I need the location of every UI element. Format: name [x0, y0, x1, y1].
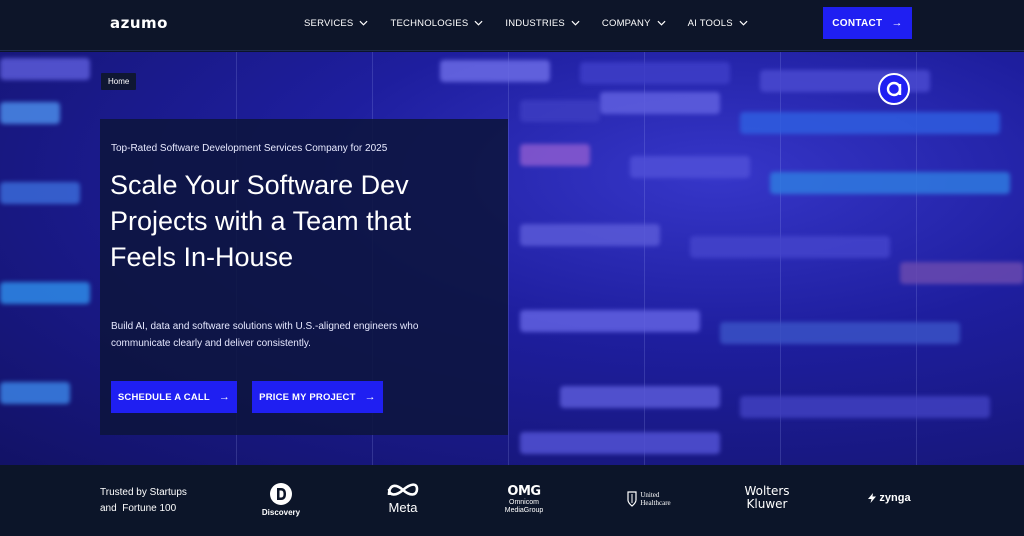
code-blur — [740, 396, 990, 418]
headline-line: Feels In-House — [110, 242, 294, 272]
code-blur — [690, 236, 890, 258]
code-blur — [0, 182, 80, 204]
hero-card: Top-Rated Software Development Services … — [100, 119, 508, 435]
code-blur — [580, 62, 730, 84]
letter-a-icon — [886, 81, 902, 97]
code-blur — [0, 58, 90, 80]
headline-line: Scale Your Software Dev — [110, 170, 409, 200]
price-project-button[interactable]: PRICE MY PROJECT → — [252, 381, 383, 413]
nav-item-technologies[interactable]: TECHNOLOGIES — [390, 18, 483, 29]
zynga-wordmark: zynga — [879, 492, 911, 504]
trust-text-line: and Fortune 100 — [100, 503, 177, 514]
nav-item-label: AI TOOLS — [687, 17, 733, 29]
code-blur — [630, 156, 750, 178]
nav-item-services[interactable]: SERVICES — [304, 18, 368, 29]
united-healthcare-logo: United Healthcare — [619, 491, 679, 507]
omnicom-wordmark: MediaGroup — [504, 507, 544, 514]
chevron-down-icon — [739, 20, 748, 26]
schedule-call-button[interactable]: SCHEDULE A CALL → — [111, 381, 237, 413]
code-blur — [0, 282, 90, 304]
code-blur — [520, 100, 600, 122]
uhc-wordmark-line: Healthcare — [640, 499, 671, 507]
omnicom-logo: OMG Omnicom MediaGroup — [500, 484, 548, 515]
code-blur — [740, 112, 1000, 134]
code-blur — [520, 224, 660, 246]
code-blur — [600, 92, 720, 114]
hero-headline: Scale Your Software Dev Projects with a … — [110, 167, 450, 275]
uhc-wordmark: United Healthcare — [637, 491, 670, 507]
code-blur — [770, 172, 1010, 194]
code-blur — [440, 60, 550, 82]
wk-wordmark-line: Kluwer — [746, 497, 788, 511]
nav-item-ai-tools[interactable]: AI TOOLS — [688, 18, 748, 29]
meta-logo: Meta — [380, 481, 426, 515]
code-blur — [0, 382, 70, 404]
discovery-globe-icon — [270, 483, 292, 505]
main-nav: SERVICES TECHNOLOGIES INDUSTRIES COMPANY… — [304, 0, 770, 46]
chevron-down-icon — [657, 20, 666, 26]
omnicom-mark: OMG — [507, 484, 541, 499]
uhc-shield-icon — [627, 491, 637, 507]
code-blur — [0, 102, 60, 124]
arrow-right-icon: → — [218, 391, 231, 403]
code-blur — [520, 144, 590, 166]
schedule-call-label: SCHEDULE A CALL — [117, 391, 210, 403]
nav-item-label: TECHNOLOGIES — [390, 17, 469, 29]
discovery-wordmark: Discovery — [261, 508, 301, 517]
wolters-kluwer-logo: Wolters Kluwer — [740, 485, 794, 511]
nav-item-industries[interactable]: INDUSTRIES — [505, 18, 580, 29]
code-blur — [520, 310, 700, 332]
meta-infinity-icon — [387, 483, 419, 496]
zynga-logo: zynga — [862, 492, 916, 504]
trust-bar: Trusted by Startups and Fortune 100 Disc… — [0, 465, 1024, 536]
chevron-down-icon — [474, 20, 483, 26]
code-blur — [560, 386, 720, 408]
headline-line: Projects with a Team that — [110, 206, 412, 236]
trust-text-line: Trusted by Startups — [100, 487, 187, 498]
trust-text: Trusted by Startups and Fortune 100 — [100, 485, 210, 517]
arrow-right-icon: → — [891, 17, 903, 29]
grid-line — [508, 52, 509, 465]
azumo-badge-icon[interactable] — [878, 73, 910, 105]
hero-eyebrow: Top-Rated Software Development Services … — [111, 143, 388, 154]
price-project-label: PRICE MY PROJECT — [259, 391, 356, 403]
breadcrumb-home[interactable]: Home — [101, 73, 137, 90]
contact-button[interactable]: CONTACT → — [823, 7, 912, 39]
nav-item-company[interactable]: COMPANY — [602, 18, 666, 29]
nav-item-label: INDUSTRIES — [505, 17, 565, 29]
chevron-down-icon — [571, 20, 580, 26]
meta-wordmark: Meta — [388, 500, 418, 515]
chevron-down-icon — [359, 20, 368, 26]
code-blur — [720, 322, 960, 344]
top-navbar: azumo SERVICES TECHNOLOGIES INDUSTRIES C… — [0, 0, 1024, 51]
zynga-bolt-icon — [868, 493, 877, 503]
hero-subcopy: Build AI, data and software solutions wi… — [111, 321, 419, 349]
nav-item-label: SERVICES — [304, 17, 354, 29]
code-blur — [520, 432, 720, 454]
nav-item-label: COMPANY — [601, 17, 651, 29]
uhc-wordmark-line: United — [640, 491, 660, 499]
contact-button-label: CONTACT — [832, 17, 883, 29]
arrow-right-icon: → — [364, 391, 376, 403]
code-blur — [900, 262, 1024, 284]
azumo-logo[interactable]: azumo — [110, 14, 168, 32]
omnicom-wordmark: Omnicom — [509, 499, 539, 506]
discovery-logo: Discovery — [258, 482, 304, 517]
